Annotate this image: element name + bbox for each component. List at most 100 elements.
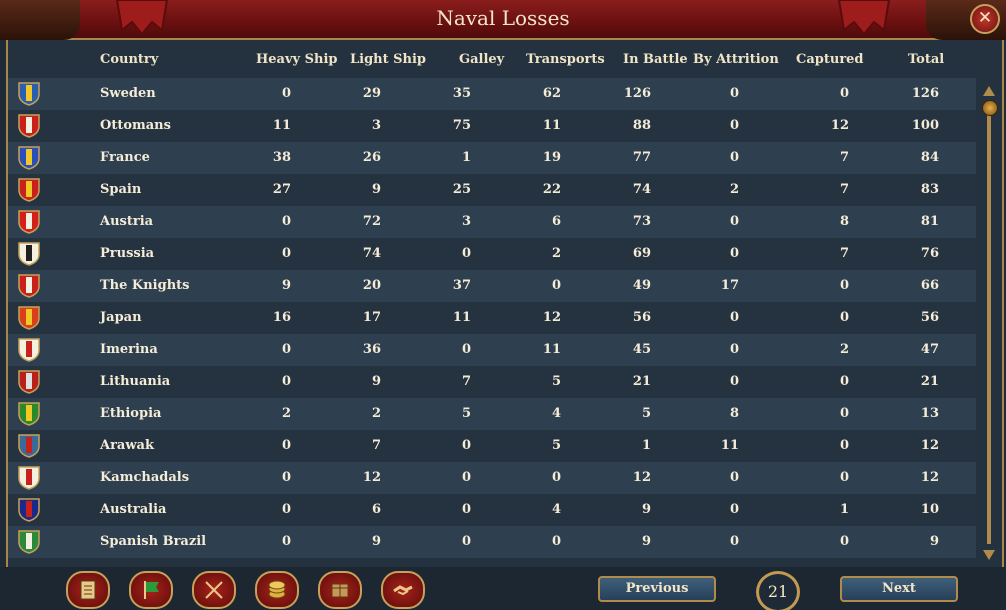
column-header-total[interactable]: Total [908,52,944,67]
country-flag-icon [18,370,40,394]
cell-total: 81 [920,214,939,229]
table-row[interactable]: Imerina 0 36 0 11 45 0 2 47 [8,334,976,366]
naval-losses-window: Naval Losses ✕ Country Heavy Ship Light Sh… [0,0,1006,610]
scroll-track[interactable] [987,104,991,544]
cell-transports: 19 [542,150,561,165]
cell-galley: 0 [461,502,471,517]
cell-transports: 0 [551,278,561,293]
cell-attrition: 0 [729,374,739,389]
flag-button[interactable] [129,571,173,609]
table-row[interactable]: Kamchadals 0 12 0 0 12 0 0 12 [8,462,976,494]
cell-light: 7 [371,438,381,453]
cell-light: 17 [362,310,381,325]
cell-heavy: 0 [281,438,291,453]
column-header-country[interactable]: Country [100,52,158,67]
cell-transports: 22 [542,182,561,197]
cell-transports: 4 [551,502,561,517]
cell-galley: 0 [461,470,471,485]
cell-total: 21 [920,374,939,389]
previous-button[interactable]: Previous [598,576,716,602]
table-row[interactable]: Sweden 0 29 35 62 126 0 0 126 [8,78,976,110]
cell-total: 83 [920,182,939,197]
country-name: The Knights [100,278,190,293]
next-button[interactable]: Next [840,576,958,602]
cell-light: 36 [362,342,381,357]
table-row[interactable]: Austria 0 72 3 6 73 0 8 81 [8,206,976,238]
table-row[interactable]: France 38 26 1 19 77 0 7 84 [8,142,976,174]
table-row[interactable]: Spanish Brazil 0 9 0 0 9 0 0 9 [8,526,976,558]
table-row[interactable]: Arawak 0 7 0 5 1 11 0 12 [8,430,976,462]
scroll-up-icon[interactable] [983,86,995,96]
cell-battle: 56 [632,310,651,325]
column-header-galley[interactable]: Galley [459,52,504,67]
cell-battle: 5 [641,406,651,421]
coins-icon [268,580,286,599]
cell-heavy: 38 [272,150,291,165]
country-name: Australia [100,502,167,517]
cell-attrition: 0 [729,502,739,517]
cell-heavy: 0 [281,86,291,101]
cell-transports: 5 [551,374,561,389]
country-name: Japan [100,310,142,325]
cell-galley: 0 [461,534,471,549]
window-title: Naval Losses [436,6,570,30]
cell-heavy: 11 [272,118,291,133]
country-flag-icon [18,434,40,458]
cell-heavy: 0 [281,470,291,485]
cell-battle: 73 [632,214,651,229]
cell-battle: 126 [623,86,651,101]
table-row[interactable]: Australia 0 6 0 4 9 0 1 10 [8,494,976,526]
diplomacy-button[interactable] [381,571,425,609]
cell-total: 56 [920,310,939,325]
cell-battle: 45 [632,342,651,357]
table-row[interactable]: Lithuania 0 9 7 5 21 0 0 21 [8,366,976,398]
cell-total: 13 [920,406,939,421]
economy-button[interactable] [255,571,299,609]
cell-attrition: 17 [720,278,739,293]
scroll-down-icon[interactable] [983,550,995,560]
column-header-battle[interactable]: In Battle [623,52,688,67]
table-row[interactable]: Ottomans 11 3 75 11 88 0 12 100 [8,110,976,142]
cell-captured: 0 [839,534,849,549]
scrollbar[interactable] [982,84,998,560]
cell-captured: 7 [839,150,849,165]
table-row[interactable]: Japan 16 17 11 12 56 0 0 56 [8,302,976,334]
country-name: Imerina [100,342,158,357]
cell-light: 6 [371,502,381,517]
table-row[interactable]: Ethiopia 2 2 5 4 5 8 0 13 [8,398,976,430]
column-header-attrition[interactable]: By Attrition [693,52,779,67]
country-flag-icon [18,210,40,234]
cell-battle: 77 [632,150,651,165]
country-name: Ethiopia [100,406,162,421]
column-header-captured[interactable]: Captured [796,52,864,67]
scroll-thumb[interactable] [982,100,998,116]
close-button[interactable]: ✕ [970,4,1000,34]
cell-transports: 11 [542,342,561,357]
cell-attrition: 0 [729,310,739,325]
cell-battle: 49 [632,278,651,293]
cell-captured: 0 [839,438,849,453]
cell-heavy: 2 [281,406,291,421]
table-row[interactable]: The Knights 9 20 37 0 49 17 0 66 [8,270,976,302]
cell-battle: 9 [641,534,651,549]
table-row[interactable]: Spain 27 9 25 22 74 2 7 83 [8,174,976,206]
cell-captured: 0 [839,470,849,485]
column-header-transports[interactable]: Transports [526,52,605,67]
cell-captured: 12 [830,118,849,133]
cell-captured: 0 [839,86,849,101]
column-header-heavy[interactable]: Heavy Ship [256,52,337,67]
cell-light: 26 [362,150,381,165]
trade-button[interactable] [318,571,362,609]
cell-attrition: 0 [729,246,739,261]
cell-light: 9 [371,374,381,389]
table-header: Country Heavy Ship Light Ship Galley Transpo… [6,44,976,78]
column-header-light[interactable]: Light Ship [350,52,426,67]
cell-heavy: 16 [272,310,291,325]
ledger-button[interactable] [66,571,110,609]
cell-battle: 21 [632,374,651,389]
cell-heavy: 0 [281,214,291,229]
military-button[interactable] [192,571,236,609]
table-row[interactable]: Prussia 0 74 0 2 69 0 7 76 [8,238,976,270]
country-name: Ottomans [100,118,171,133]
cell-heavy: 0 [281,246,291,261]
